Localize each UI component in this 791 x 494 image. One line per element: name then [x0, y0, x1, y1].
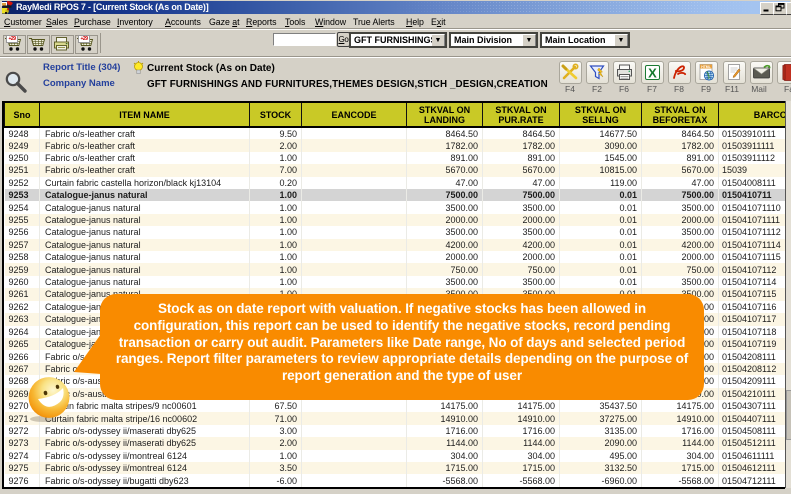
svg-text:HTML: HTML	[701, 65, 710, 69]
svg-text:X: X	[648, 65, 657, 80]
